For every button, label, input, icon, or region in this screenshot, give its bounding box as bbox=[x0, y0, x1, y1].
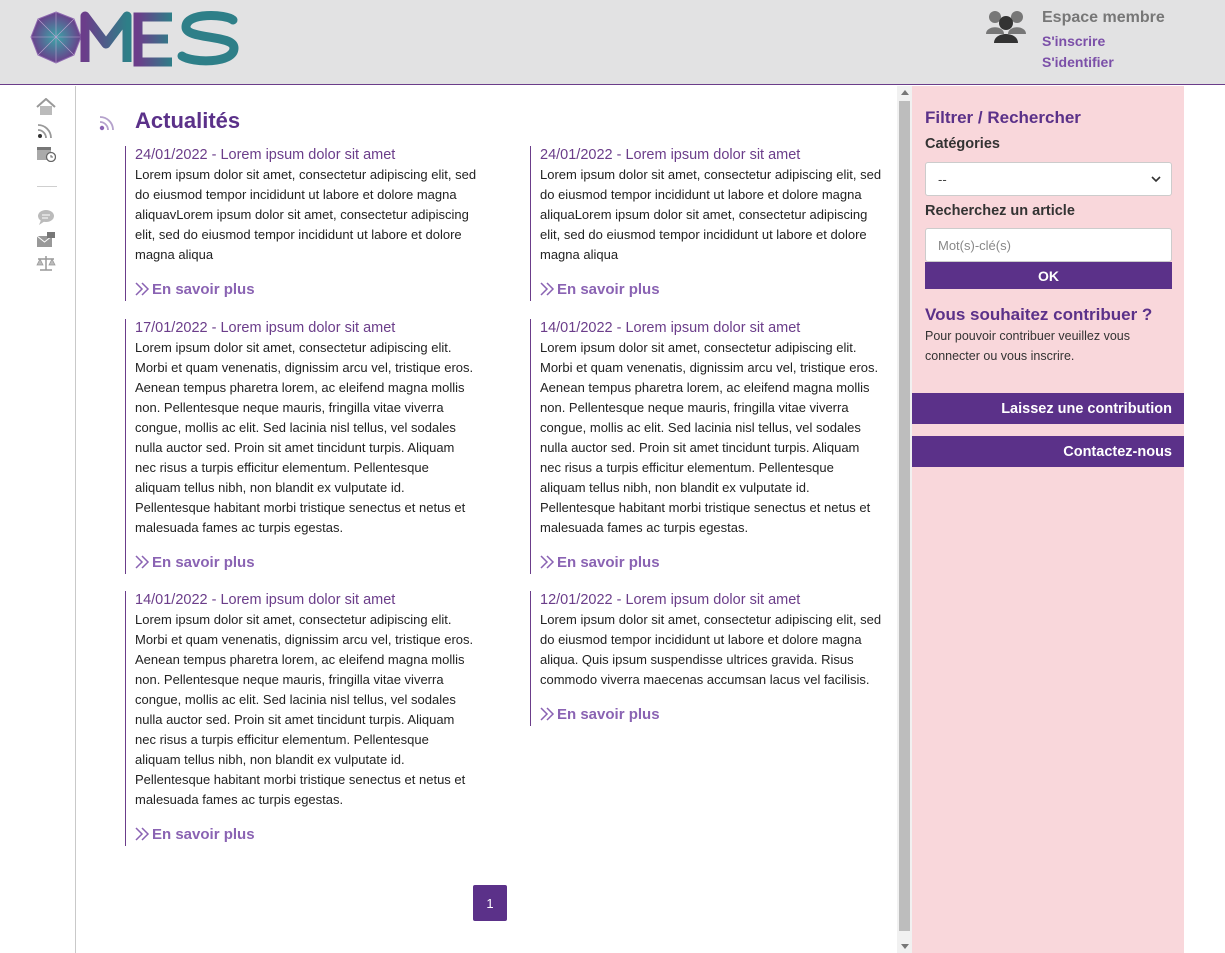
pagination-page-1[interactable]: 1 bbox=[473, 885, 507, 921]
read-more-label: En savoir plus bbox=[557, 553, 660, 571]
article-excerpt: Lorem ipsum dolor sit amet, consectetur … bbox=[135, 612, 474, 807]
double-chevron-icon bbox=[540, 282, 555, 296]
article-headline[interactable]: 17/01/2022 - Lorem ipsum dolor sit amet bbox=[135, 319, 477, 337]
read-more-link[interactable]: En savoir plus bbox=[135, 277, 477, 301]
scrollbar-thumb[interactable] bbox=[899, 101, 910, 931]
double-chevron-icon bbox=[540, 707, 555, 721]
contribute-text: Pour pouvoir contribuer veuillez vous co… bbox=[925, 329, 1130, 363]
categories-select[interactable]: -- bbox=[925, 162, 1172, 196]
search-label: Recherchez un article bbox=[925, 203, 1075, 219]
read-more-label: En savoir plus bbox=[557, 705, 660, 723]
contribute-title: Vous souhaitez contribuer ? bbox=[925, 305, 1153, 324]
article-excerpt: Lorem ipsum dolor sit amet, consectetur … bbox=[540, 167, 882, 262]
rss-icon bbox=[99, 116, 114, 131]
chat-icon[interactable] bbox=[36, 208, 56, 226]
double-chevron-icon bbox=[540, 555, 555, 569]
read-more-link[interactable]: En savoir plus bbox=[135, 822, 477, 846]
double-chevron-icon bbox=[135, 827, 150, 841]
main-content: Actualités 24/01/2022 - Lorem ipsum dolo… bbox=[77, 86, 897, 953]
read-more-label: En savoir plus bbox=[557, 280, 660, 298]
read-more-link[interactable]: En savoir plus bbox=[540, 550, 882, 574]
article-headline[interactable]: 24/01/2022 - Lorem ipsum dolor sit amet bbox=[135, 146, 477, 164]
main-scrollbar[interactable] bbox=[897, 86, 912, 953]
article-card: 24/01/2022 - Lorem ipsum dolor sit amet … bbox=[125, 146, 477, 301]
right-sidebar: Filtrer / Rechercher Catégories -- Reche… bbox=[912, 86, 1184, 953]
register-link[interactable]: S'inscrire bbox=[1042, 33, 1105, 49]
login-link[interactable]: S'identifier bbox=[1042, 54, 1114, 70]
read-more-label: En savoir plus bbox=[152, 553, 255, 571]
rss-icon[interactable] bbox=[36, 122, 56, 140]
users-icon bbox=[986, 11, 1026, 43]
article-headline[interactable]: 12/01/2022 - Lorem ipsum dolor sit amet bbox=[540, 591, 882, 609]
site-header: Espace membre S'inscrire S'identifier bbox=[0, 0, 1225, 85]
page-title: Actualités bbox=[135, 108, 241, 133]
search-ok-button[interactable]: OK bbox=[925, 262, 1172, 289]
double-chevron-icon bbox=[135, 282, 150, 296]
scroll-up-arrow-icon[interactable] bbox=[901, 90, 909, 95]
categories-selected-value: -- bbox=[938, 171, 947, 187]
article-card: 14/01/2022 - Lorem ipsum dolor sit amet … bbox=[530, 319, 882, 574]
site-logo[interactable] bbox=[30, 10, 240, 68]
article-card: 14/01/2022 - Lorem ipsum dolor sit amet … bbox=[125, 591, 477, 846]
home-icon[interactable] bbox=[36, 98, 56, 116]
mail-icon[interactable] bbox=[36, 231, 56, 249]
contact-button[interactable]: Contactez-nous bbox=[912, 436, 1184, 467]
search-input[interactable] bbox=[925, 228, 1172, 262]
contribution-button[interactable]: Laissez une contribution bbox=[912, 393, 1184, 424]
article-card: 17/01/2022 - Lorem ipsum dolor sit amet … bbox=[125, 319, 477, 574]
chevron-down-icon bbox=[1151, 176, 1161, 183]
calendar-icon[interactable] bbox=[36, 144, 56, 162]
read-more-label: En savoir plus bbox=[152, 825, 255, 843]
article-excerpt: Lorem ipsum dolor sit amet, consectetur … bbox=[135, 167, 477, 262]
article-excerpt: Lorem ipsum dolor sit amet, consectetur … bbox=[540, 340, 879, 535]
double-chevron-icon bbox=[135, 555, 150, 569]
article-excerpt: Lorem ipsum dolor sit amet, consectetur … bbox=[135, 340, 474, 535]
read-more-link[interactable]: En savoir plus bbox=[540, 277, 882, 301]
member-area-title: Espace membre bbox=[1042, 9, 1165, 26]
member-area: Espace membre S'inscrire S'identifier bbox=[985, 6, 1215, 76]
scroll-down-arrow-icon[interactable] bbox=[901, 944, 909, 949]
read-more-link[interactable]: En savoir plus bbox=[135, 550, 477, 574]
article-excerpt: Lorem ipsum dolor sit amet, consectetur … bbox=[540, 612, 882, 687]
categories-label: Catégories bbox=[925, 136, 1000, 152]
read-more-link[interactable]: En savoir plus bbox=[540, 702, 882, 726]
article-headline[interactable]: 24/01/2022 - Lorem ipsum dolor sit amet bbox=[540, 146, 882, 164]
filter-section-title: Filtrer / Rechercher bbox=[925, 108, 1081, 127]
read-more-label: En savoir plus bbox=[152, 280, 255, 298]
article-headline[interactable]: 14/01/2022 - Lorem ipsum dolor sit amet bbox=[540, 319, 882, 337]
article-card: 24/01/2022 - Lorem ipsum dolor sit amet … bbox=[530, 146, 882, 301]
balance-icon[interactable] bbox=[36, 254, 56, 272]
rail-divider bbox=[37, 186, 57, 187]
left-nav-rail bbox=[0, 86, 76, 953]
article-headline[interactable]: 14/01/2022 - Lorem ipsum dolor sit amet bbox=[135, 591, 477, 609]
article-card: 12/01/2022 - Lorem ipsum dolor sit amet … bbox=[530, 591, 882, 726]
